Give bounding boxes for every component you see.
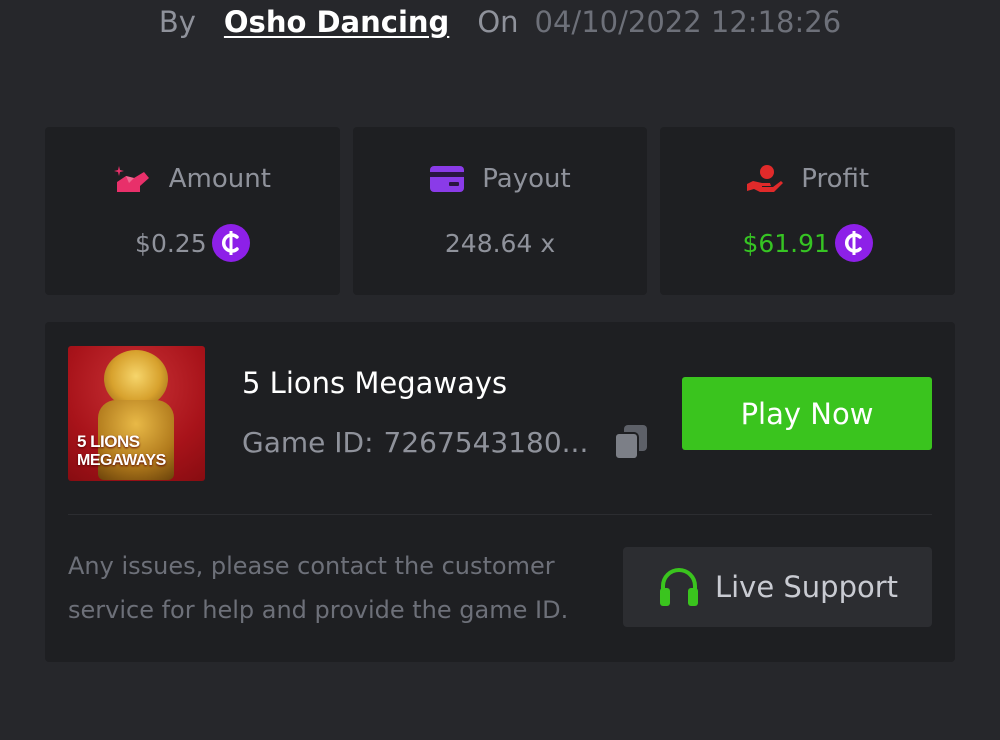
- thumbnail-title-line-2: MEGAWAYS: [77, 452, 166, 469]
- bet-date: 04/10/2022 12:18:26: [534, 5, 842, 39]
- live-support-label: Live Support: [714, 570, 899, 604]
- game-id-row: Game ID: 7267543180...: [242, 423, 649, 461]
- copy-icon[interactable]: [613, 423, 649, 461]
- bet-stats: Amount $0.25 Payout 248.64 x Profit $61.…: [45, 127, 956, 295]
- coin-icon: [211, 224, 250, 262]
- profit-label: Profit: [801, 164, 870, 194]
- game-thumbnail[interactable]: 5 LIONS MEGAWAYS: [68, 346, 205, 481]
- live-support-button[interactable]: Live Support: [623, 547, 932, 627]
- help-text: Any issues, please contact the customer …: [68, 552, 569, 624]
- bet-byline: By Osho Dancing On 04/10/2022 12:18:26: [0, 0, 1000, 44]
- user-name-link[interactable]: Osho Dancing: [224, 5, 449, 39]
- divider: [68, 514, 932, 515]
- payout-stat: Payout 248.64 x: [352, 127, 648, 295]
- amount-icon: [113, 166, 149, 192]
- game-id-label: Game ID:: [242, 425, 374, 459]
- hand-profit-icon: [747, 165, 784, 192]
- coin-icon: [834, 224, 873, 262]
- amount-value: $0.25: [135, 228, 207, 258]
- by-label: By: [158, 5, 196, 39]
- game-name: 5 Lions Megaways: [242, 366, 508, 400]
- payout-label: Payout: [482, 164, 571, 194]
- headset-icon: [659, 568, 698, 606]
- amount-label: Amount: [168, 164, 271, 194]
- amount-stat: Amount $0.25: [45, 127, 340, 295]
- on-label: On: [477, 5, 519, 39]
- game-id-value: 7267543180...: [383, 425, 589, 459]
- play-now-button[interactable]: Play Now: [682, 377, 932, 450]
- profit-value: $61.91: [742, 228, 830, 258]
- payout-value: 248.64 x: [444, 228, 556, 258]
- thumbnail-title-line-1: 5 LIONS: [77, 432, 140, 451]
- card-icon: [430, 166, 465, 192]
- game-card: 5 LIONS MEGAWAYS 5 Lions Megaways Game I…: [45, 322, 955, 662]
- profit-stat: Profit $61.91: [660, 127, 956, 295]
